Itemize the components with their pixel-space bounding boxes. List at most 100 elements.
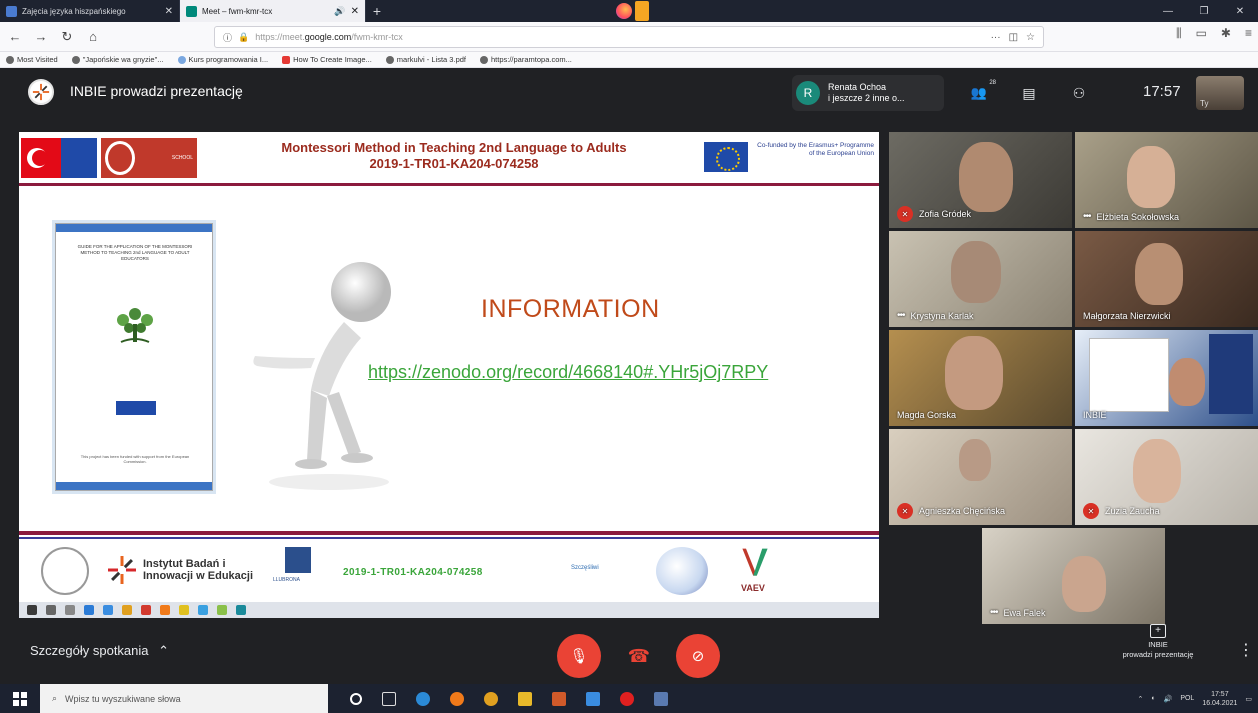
participant-name: Magda Gorska xyxy=(897,410,957,420)
presenter-avatar xyxy=(28,79,54,105)
project-code: 2019-1-TR01-KA204-074258 xyxy=(343,567,483,578)
participant-tile[interactable]: ••• Elżbieta Sokołowska xyxy=(1075,132,1258,228)
leave-call-button[interactable]: ☎ xyxy=(617,634,661,678)
tab-meet[interactable]: Meet – fwm-kmr-tcx 🔊 ✕ xyxy=(180,0,366,22)
participants-chip[interactable]: R Renata Ochoa i jeszcze 2 inne o... xyxy=(792,75,944,111)
cortana-icon[interactable] xyxy=(350,692,362,705)
page-actions-icon[interactable]: ··· xyxy=(991,32,1001,43)
app-icon[interactable] xyxy=(654,691,668,706)
zenodo-link[interactable]: https://zenodo.org/record/4668140#.YHr5j… xyxy=(368,362,768,383)
start-button[interactable] xyxy=(0,684,40,713)
lock-icon[interactable]: 🔒 xyxy=(238,32,249,43)
network-icon[interactable]: ◐ xyxy=(1151,695,1155,702)
tab-title: Zajęcia języka hiszpańskiego xyxy=(22,6,126,16)
booklet-eu-logo-icon xyxy=(116,401,156,415)
app-icon[interactable] xyxy=(586,691,600,706)
opera-icon[interactable] xyxy=(620,691,634,706)
camera-toggle-button[interactable]: ⊘ xyxy=(676,634,720,678)
presentation-status-button[interactable]: + INBIE prowadzi prezentację xyxy=(1098,624,1218,674)
site-info-icon[interactable]: ⓘ xyxy=(223,31,232,44)
participant-name: ••• Ewa Falek xyxy=(990,607,1046,618)
speaker-icon[interactable]: 🔊 xyxy=(334,6,345,17)
browser-nav-bar: ← → ↻ ⌂ ⓘ 🔒 https://meet.google.com/fwm-… xyxy=(0,22,1258,52)
eu-cofunded-text: Co-funded by the Erasmus+ Programme of t… xyxy=(757,142,874,157)
tray-chevron-icon[interactable]: ⌃ xyxy=(1137,695,1143,703)
meet-area: INBIE prowadzi prezentację R Renata Ocho… xyxy=(0,68,1258,684)
edge-icon[interactable] xyxy=(416,691,430,706)
participant-tile[interactable]: INBIE xyxy=(1075,330,1258,426)
hang-up-icon: ☎ xyxy=(627,645,651,666)
app-icon xyxy=(84,605,94,615)
volume-icon[interactable]: 🔊 xyxy=(1164,695,1173,703)
taskbar-clock[interactable]: 17:57 16.04.2021 xyxy=(1202,690,1237,708)
close-tab-icon[interactable]: ✕ xyxy=(165,6,173,17)
booklet-cover-image: GUIDE FOR THE APPLICATION OF THE MONTESS… xyxy=(55,223,213,491)
bookmark-item[interactable]: Most Visited xyxy=(6,55,58,64)
szczesliwi-logo-text: Szczęśliwi xyxy=(571,565,599,571)
microphone-indicator-icon[interactable] xyxy=(635,1,649,21)
bookmark-item[interactable]: How To Create Image... xyxy=(282,55,372,64)
participants-chip-line1: Renata Ochoa xyxy=(828,82,887,92)
task-view-icon[interactable] xyxy=(382,691,396,706)
bookmark-favicon-icon xyxy=(71,55,80,64)
microphone-toggle-button[interactable]: 🎙 xyxy=(557,634,601,678)
school-logo-text: SCHOOL xyxy=(171,155,193,161)
pocket-icon[interactable]: ◫ xyxy=(1009,32,1018,43)
new-tab-button[interactable]: + xyxy=(366,0,388,22)
url-text[interactable]: https://meet.google.com/fwm-kmr-tcx xyxy=(255,32,403,42)
minimize-icon[interactable]: — xyxy=(1150,0,1186,22)
app-icon[interactable] xyxy=(552,691,566,706)
firefox-app-icon[interactable] xyxy=(450,691,464,706)
meet-favicon xyxy=(186,5,197,17)
vaev-text: VAEV xyxy=(741,583,765,593)
participant-tile[interactable]: ✕ Agnieszka Chęcińska xyxy=(889,429,1072,525)
participant-tile[interactable]: Małgorzata Nierzwicki xyxy=(1075,231,1258,327)
library-icon[interactable]: ⫼ xyxy=(1176,26,1182,41)
bookmark-item[interactable]: https://paramtopa.com... xyxy=(480,55,572,64)
sidebar-icon[interactable]: ▭ xyxy=(1196,26,1207,41)
youtube-icon xyxy=(282,55,291,64)
close-window-icon[interactable]: ✕ xyxy=(1222,0,1258,22)
participant-tile[interactable]: Magda Gorska xyxy=(889,330,1072,426)
more-options-icon[interactable]: ⋮ xyxy=(1238,640,1254,660)
home-icon[interactable]: ⌂ xyxy=(82,26,104,48)
bookmark-item[interactable]: markulvi - Lista 3.pdf xyxy=(385,55,466,64)
extension-icon[interactable]: ✱ xyxy=(1221,26,1231,41)
booklet-title: GUIDE FOR THE APPLICATION OF THE MONTESS… xyxy=(77,244,193,261)
language-indicator[interactable]: POL xyxy=(1180,695,1194,702)
mic-off-icon: 🎙 xyxy=(569,648,589,665)
school-seal-logo-icon xyxy=(41,547,89,595)
participant-tile[interactable]: ••• Ewa Falek xyxy=(982,528,1165,624)
back-icon[interactable]: ← xyxy=(4,26,26,48)
menu-icon[interactable]: ≡ xyxy=(1245,26,1252,41)
forward-icon[interactable]: → xyxy=(30,26,52,48)
bookmark-item[interactable]: "Japońskie wa gnyzie"... xyxy=(71,55,164,64)
maximize-icon[interactable]: ❐ xyxy=(1186,0,1222,22)
activities-icon[interactable]: ⚇ xyxy=(1064,80,1094,106)
ibie-logo-text: Instytut Badań i Innowacji w Edukacji xyxy=(143,558,253,582)
chat-icon[interactable]: ▤ xyxy=(1014,80,1044,106)
footer-divider xyxy=(19,531,879,535)
chrome-icon[interactable] xyxy=(484,691,498,706)
participant-tile[interactable]: ••• Krystyna Karlak xyxy=(889,231,1072,327)
participant-name: ✕ Zuzia Zaucha xyxy=(1083,503,1160,519)
szczesliwi-logo-icon: Szczęśliwi xyxy=(567,551,617,591)
bookmark-item[interactable]: Kurs programowania I... xyxy=(177,55,268,64)
partner-l-logo-icon xyxy=(285,547,311,573)
tab-spanish-classes[interactable]: Zajęcia języka hiszpańskiego ✕ xyxy=(0,0,180,22)
participant-tile[interactable]: ✕ Zofia Gródek xyxy=(889,132,1072,228)
meeting-details-button[interactable]: Szczegóły spotkania ⌃ xyxy=(30,643,169,659)
participant-grid: ✕ Zofia Gródek ••• Elżbieta Sokołowska •••… xyxy=(889,132,1258,624)
close-tab-icon[interactable]: ✕ xyxy=(351,6,359,17)
speaking-indicator-icon: ••• xyxy=(990,607,998,618)
eu-stars-logo-icon xyxy=(61,138,97,178)
address-bar[interactable]: ⓘ 🔒 https://meet.google.com/fwm-kmr-tcx … xyxy=(214,26,1044,48)
explorer-icon[interactable] xyxy=(518,691,532,706)
bookmark-star-icon[interactable]: ☆ xyxy=(1026,32,1035,43)
taskbar-search[interactable]: ⌕ Wpisz tu wyszukiwane słowa xyxy=(40,684,328,713)
reload-icon[interactable]: ↻ xyxy=(56,26,78,48)
participant-name: INBIE xyxy=(1083,410,1107,420)
people-icon[interactable]: 👥 28 xyxy=(964,80,996,106)
notifications-icon[interactable]: ▭ xyxy=(1245,695,1252,703)
participant-tile[interactable]: ✕ Zuzia Zaucha xyxy=(1075,429,1258,525)
